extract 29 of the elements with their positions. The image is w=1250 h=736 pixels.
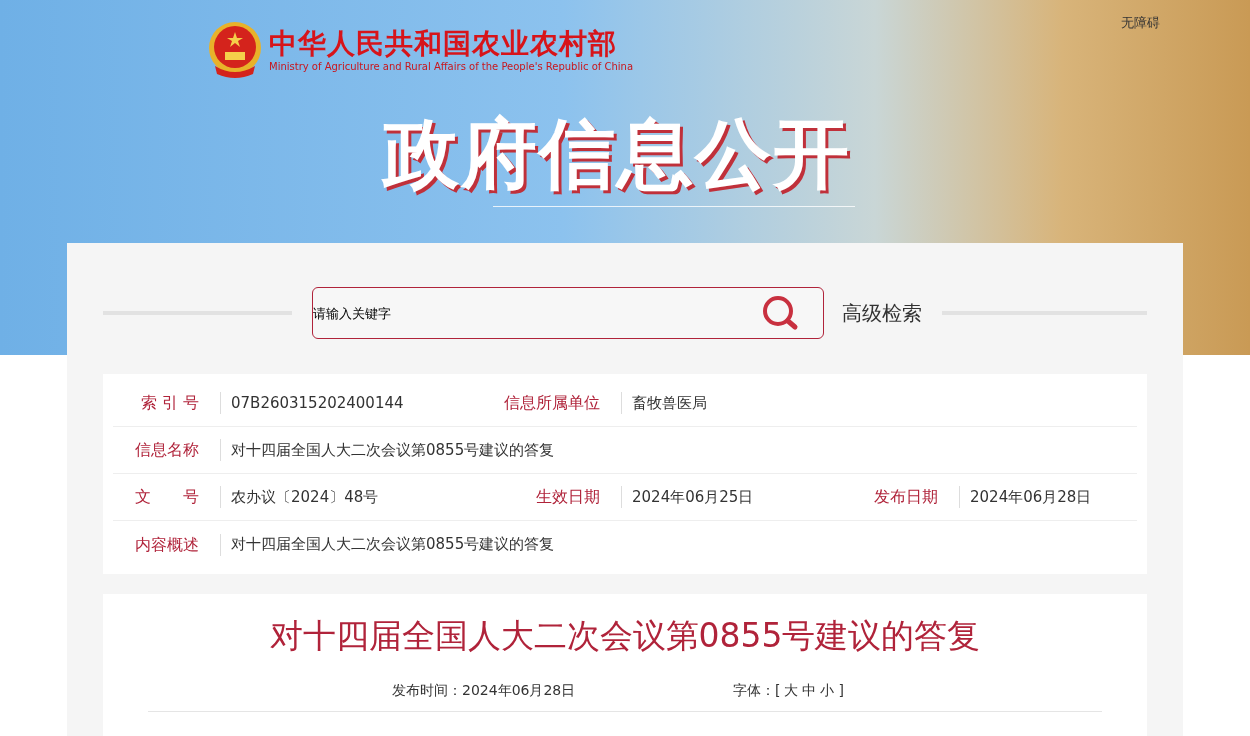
font-size-option[interactable]: 中 [802,680,817,701]
field-value: 农办议〔2024〕48号 [231,486,379,508]
bracket-text: ] [838,681,844,700]
field-value: 对十四届全国人大二次会议第0855号建议的答复 [231,534,555,556]
field-label: 索 引 号 [140,392,199,414]
field-label: 发布日期 [874,486,938,508]
search-icon[interactable] [762,295,800,331]
logo-subtitle: Ministry of Agriculture and Rural Affairs of the People's Republic of China [269,61,634,73]
publish-time: 发布时间：2024年06月28日 [392,681,577,700]
field-value: 2024年06月25日 [632,486,754,508]
field-label: 文 号 [135,486,199,508]
banner-title: 政府信息公开 [383,108,851,200]
field-value: 07B260315202400144 [231,392,404,414]
font-size-label: 字体：[ [733,681,781,700]
advanced-search-link[interactable]: 高级检索 [842,298,922,328]
logo-title: 中华人民共和国农业农村部 [269,27,618,61]
field-value: 2024年06月28日 [970,486,1092,508]
font-size-option[interactable]: 大 [784,680,799,701]
emblem-icon [207,20,263,80]
font-size-option[interactable]: 小 [820,680,835,701]
field-label: 内容概述 [135,533,199,556]
field-label: 信息名称 [135,439,199,461]
field-value: 畜牧兽医局 [632,392,707,414]
search-field[interactable]: 请输入关键字 [312,287,824,339]
field-value: 对十四届全国人大二次会议第0855号建议的答复 [231,439,555,461]
article-title: 对十四届全国人大二次会议第0855号建议的答复 [269,615,981,657]
field-label: 生效日期 [536,486,600,508]
accessibility-link[interactable]: 无障碍 [1121,13,1160,33]
field-label: 信息所属单位 [504,392,600,414]
